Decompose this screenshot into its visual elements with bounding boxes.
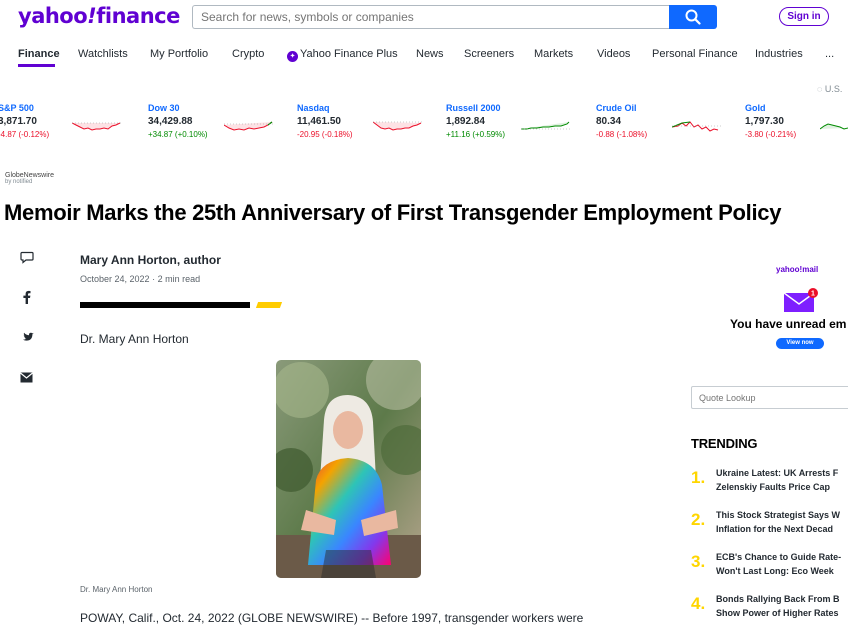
trending-headline: Bonds Rallying Back From B Show Power of …	[716, 592, 840, 620]
logo-mark: !	[87, 4, 97, 28]
headline-line: This Stock Strategist Says W	[716, 510, 841, 520]
search-icon	[685, 9, 701, 25]
ticker-russell2000[interactable]: Russell 2000 1,892.84 +11.16 (+0.59%)	[446, 103, 586, 143]
headline-line: Show Power of Higher Rates	[716, 608, 839, 618]
ticker-name: Nasdaq	[297, 103, 330, 113]
globe-icon: ◌	[817, 84, 825, 94]
plus-icon: ✦	[287, 51, 298, 62]
comment-icon	[20, 251, 34, 264]
article-body: POWAY, Calif., Oct. 24, 2022 (GLOBE NEWS…	[80, 611, 584, 625]
nav-finance[interactable]: Finance	[18, 48, 60, 60]
sparkline-chart	[72, 122, 122, 131]
trending-rank: 3.	[691, 552, 706, 571]
divider-bar	[80, 302, 250, 308]
divider-accent	[255, 302, 283, 308]
nav-my-portfolio[interactable]: My Portfolio	[150, 48, 208, 60]
nav-videos[interactable]: Videos	[597, 48, 630, 60]
nav-active-indicator	[18, 64, 55, 67]
ticker-name: Dow 30	[148, 103, 180, 113]
headline-line: Bonds Rallying Back From B	[716, 594, 840, 604]
unread-mail-text: You have unread em	[730, 317, 847, 331]
ticker-sp500[interactable]: S&P 500 3,871.70 -4.87 (-0.12%)	[0, 103, 138, 143]
twitter-share-button[interactable]	[20, 331, 34, 349]
mail-icon	[20, 372, 33, 383]
headline-line: ECB's Chance to Guide Rate-	[716, 552, 842, 562]
sparkline-chart	[820, 123, 848, 130]
headline-line: Zelenskiy Faults Price Cap	[716, 482, 831, 492]
logo-yahoo: yahoo	[18, 4, 88, 28]
source-sub: by notified	[5, 179, 33, 185]
header: yahoo!finance Sign in	[0, 0, 848, 40]
nav-markets[interactable]: Markets	[534, 48, 573, 60]
photo-caption: Dr. Mary Ann Horton	[80, 585, 153, 594]
ticker-dow30[interactable]: Dow 30 34,429.88 +34.87 (+0.10%)	[148, 103, 288, 143]
search-input[interactable]	[192, 5, 669, 29]
ticker-name: S&P 500	[0, 103, 34, 113]
trending-rank: 4.	[691, 594, 706, 613]
sparkline-chart	[672, 121, 722, 132]
article-lede: Dr. Mary Ann Horton	[80, 332, 189, 346]
trending-rank: 2.	[691, 510, 706, 529]
trending-headline: Ukraine Latest: UK Arrests F Zelenskiy Fa…	[716, 466, 838, 494]
yahoo-mail-logo[interactable]: yahoo!mail	[776, 265, 818, 274]
sparkline-chart	[224, 121, 274, 131]
ticker-crude-oil[interactable]: Crude Oil 80.34 -0.88 (-1.08%)	[596, 103, 736, 143]
author-photo-illustration	[276, 360, 421, 578]
nav-screeners[interactable]: Screeners	[464, 48, 514, 60]
article-title: Memoir Marks the 25th Anniversary of Fir…	[4, 200, 782, 225]
nav-watchlists[interactable]: Watchlists	[78, 48, 128, 60]
region-selector[interactable]: ◌ U.S.	[817, 84, 842, 94]
sign-in-button[interactable]: Sign in	[779, 7, 829, 26]
facebook-share-button[interactable]	[22, 290, 31, 309]
quote-lookup-input[interactable]	[691, 386, 848, 409]
view-now-button[interactable]: View now	[776, 338, 824, 349]
author-name[interactable]: Mary Ann Horton, author	[80, 253, 221, 267]
publish-date: October 24, 2022	[80, 274, 150, 284]
nav-personal-finance[interactable]: Personal Finance	[652, 48, 738, 60]
ticker-name: Crude Oil	[596, 103, 637, 113]
nav-more[interactable]: ...	[825, 48, 834, 60]
article-meta: October 24, 2022 · 2 min read	[80, 274, 200, 284]
email-share-button[interactable]	[20, 370, 33, 388]
search-button[interactable]	[669, 5, 717, 29]
nav-yahoo-finance-plus[interactable]: ✦ Yahoo Finance Plus	[287, 48, 398, 62]
mail-badge: 1	[811, 291, 815, 298]
sparkline-chart	[521, 121, 571, 130]
facebook-icon	[23, 290, 31, 304]
region-label: U.S.	[824, 84, 843, 94]
logo-finance: finance	[96, 4, 180, 28]
comment-button[interactable]	[20, 251, 34, 269]
headline-line: Won't Last Long: Eco Week	[716, 566, 834, 576]
author-photo[interactable]	[276, 360, 421, 578]
source-name: GlobeNewswire	[5, 172, 55, 179]
ticker-name: Gold	[745, 103, 766, 113]
headline-line: Inflation for the Next Decad	[716, 524, 834, 534]
mail-promo-icon: 1	[783, 288, 818, 317]
nav-crypto[interactable]: Crypto	[232, 48, 264, 60]
envelope-icon: 1	[783, 288, 818, 312]
headline-line: Ukraine Latest: UK Arrests F	[716, 468, 839, 478]
trending-heading: TRENDING	[691, 436, 758, 451]
main-nav: Finance Watchlists My Portfolio Crypto ✦…	[0, 48, 848, 68]
source-logo[interactable]: GlobeNewswire by notified	[5, 172, 54, 185]
nav-plus-label: Yahoo Finance Plus	[300, 48, 398, 60]
nav-industries[interactable]: Industries	[755, 48, 803, 60]
nav-news[interactable]: News	[416, 48, 444, 60]
yahoo-finance-logo[interactable]: yahoo!finance	[18, 4, 180, 28]
ticker-name: Russell 2000	[446, 103, 501, 113]
ticker-nasdaq[interactable]: Nasdaq 11,461.50 -20.95 (-0.18%)	[297, 103, 437, 143]
read-time: 2 min read	[157, 274, 201, 284]
trending-headline: ECB's Chance to Guide Rate- Won't Last Lo…	[716, 550, 841, 578]
twitter-icon	[22, 332, 34, 341]
ticker-gold[interactable]: Gold 1,797.30 -3.80 (-0.21%)	[745, 103, 848, 143]
trending-headline: This Stock Strategist Says W Inflation fo…	[716, 508, 840, 536]
sparkline-chart	[373, 121, 423, 131]
trending-rank: 1.	[691, 468, 706, 487]
